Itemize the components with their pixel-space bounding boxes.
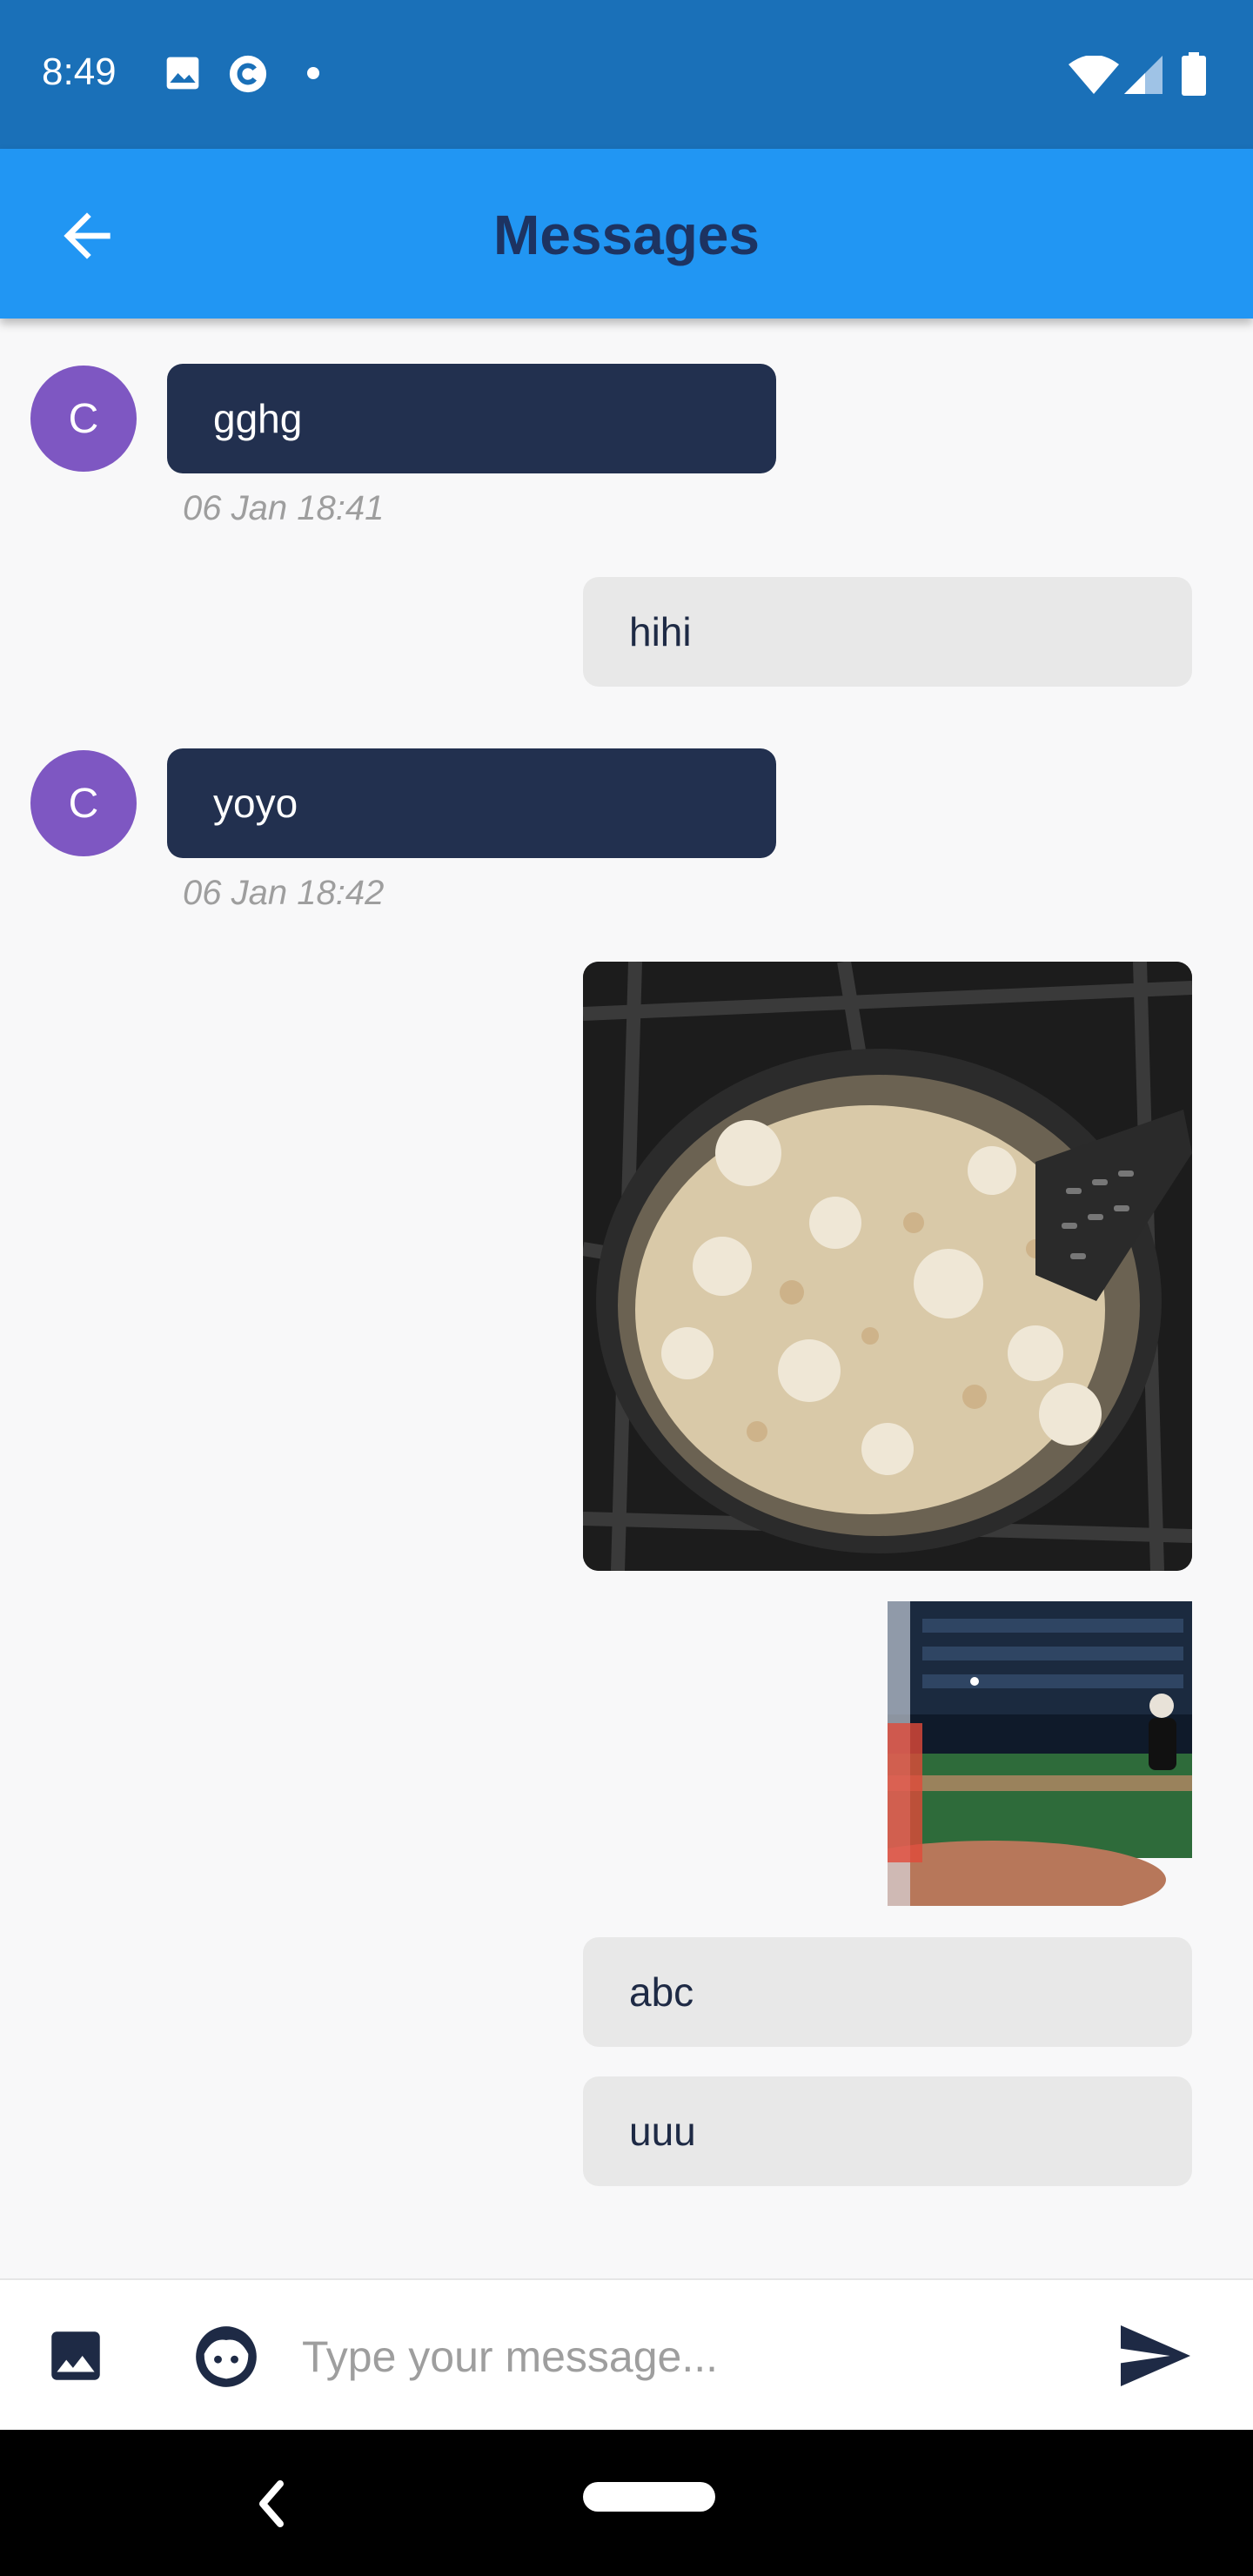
message-input[interactable] [300, 2324, 1087, 2390]
message-text: yoyo [213, 781, 298, 826]
image-message-food[interactable] [583, 962, 1192, 1571]
message-text: uuu [629, 2109, 696, 2154]
incoming-message-bubble[interactable]: gghg [167, 364, 776, 473]
nav-back-icon[interactable] [252, 2473, 287, 2534]
image-message-baseball[interactable] [888, 1601, 1192, 1906]
outgoing-message-bubble[interactable]: uuu [583, 2076, 1192, 2186]
avatar[interactable]: C [30, 366, 137, 472]
message-timestamp: 06 Jan 18:41 [183, 489, 385, 527]
system-navigation-bar [0, 2430, 1253, 2576]
incoming-message-bubble[interactable]: yoyo [167, 748, 776, 858]
outgoing-message-bubble[interactable]: hihi [583, 577, 1192, 687]
baseball-photo [888, 1601, 1192, 1906]
app-bar: Messages [0, 149, 1253, 319]
battery-icon [1182, 52, 1206, 96]
image-icon [166, 57, 199, 90]
avatar-letter: C [68, 395, 99, 442]
status-time: 8:49 [42, 50, 117, 93]
send-icon[interactable] [1121, 2325, 1190, 2386]
message-list[interactable]: C gghg 06 Jan 18:41 hihi C yoyo 06 Jan 1… [0, 319, 1253, 2278]
page-title: Messages [493, 204, 760, 266]
wifi-icon [1069, 56, 1119, 94]
emoji-face-icon[interactable] [193, 2324, 259, 2390]
status-bar: 8:49 [0, 0, 1253, 149]
message-text: hihi [629, 609, 692, 654]
food-photo [583, 962, 1192, 1571]
avatar[interactable]: C [30, 750, 137, 856]
outgoing-message-bubble[interactable]: abc [583, 1937, 1192, 2047]
message-text: gghg [213, 396, 303, 441]
nav-home-button[interactable] [583, 2482, 715, 2512]
message-text: abc [629, 1969, 694, 2015]
signal-icon [1124, 56, 1163, 94]
circle-c-icon [229, 55, 267, 93]
message-timestamp: 06 Jan 18:42 [183, 874, 385, 912]
image-icon[interactable] [44, 2324, 108, 2388]
avatar-letter: C [68, 780, 99, 827]
dot-icon [307, 67, 319, 79]
message-composer [0, 2278, 1253, 2432]
